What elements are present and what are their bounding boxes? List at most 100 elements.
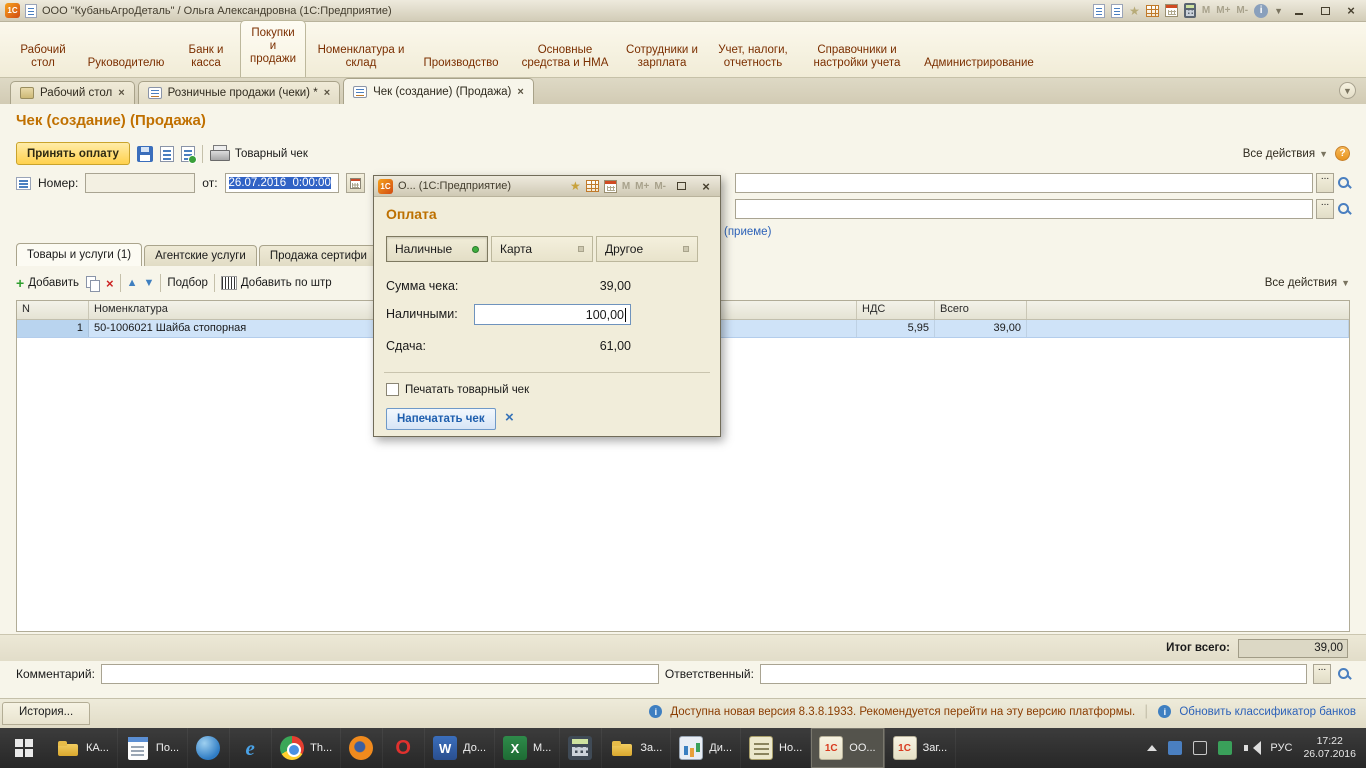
memory-mplus-button[interactable]: M+: [1216, 5, 1230, 16]
taskbar-item-word[interactable]: До...: [425, 728, 495, 768]
counterparty-input[interactable]: [735, 173, 1313, 193]
printer-icon[interactable]: [210, 149, 228, 162]
start-button[interactable]: [0, 728, 48, 768]
memory-mminus-button[interactable]: M-: [654, 181, 666, 192]
tab-close-icon[interactable]: ×: [324, 87, 330, 99]
calendar-icon[interactable]: [1165, 4, 1178, 17]
goods-receipt-button[interactable]: Товарный чек: [235, 148, 308, 160]
search-icon[interactable]: [1337, 202, 1352, 217]
settlements-link[interactable]: (приеме): [724, 226, 771, 238]
taskbar-item-browser[interactable]: [188, 728, 230, 768]
search-icon[interactable]: [1337, 667, 1352, 682]
calculator-icon[interactable]: [1184, 3, 1196, 18]
method-cash-button[interactable]: Наличные: [386, 236, 488, 262]
tab-goods-services[interactable]: Товары и услуги (1): [16, 243, 142, 266]
memory-m-button[interactable]: M: [622, 181, 630, 192]
choose-button[interactable]: ...: [1316, 199, 1334, 219]
cash-amount-input[interactable]: 100,00: [474, 304, 631, 325]
print-check-button[interactable]: Напечатать чек: [386, 408, 496, 430]
dialog-cancel-x-button[interactable]: ×: [505, 409, 514, 426]
minimize-button[interactable]: [1289, 3, 1309, 19]
ribbon-item-accounting-taxes[interactable]: Учет, налоги, отчетность: [710, 44, 796, 70]
tabs-overflow-button[interactable]: ▼: [1339, 82, 1356, 99]
delete-row-icon[interactable]: ×: [106, 277, 114, 290]
method-card-button[interactable]: Карта: [491, 236, 593, 262]
ribbon-item-production[interactable]: Производство: [416, 57, 506, 70]
close-button[interactable]: ×: [1341, 3, 1361, 19]
ribbon-item-employees-salary[interactable]: Сотрудники и зарплата: [624, 44, 700, 70]
ribbon-item-purchases-sales[interactable]: Покупки и продажи: [240, 20, 306, 77]
memory-mminus-button[interactable]: M-: [1236, 5, 1248, 16]
post-document-icon[interactable]: [160, 146, 174, 162]
save-icon[interactable]: [137, 146, 153, 162]
update-banks-link[interactable]: Обновить классификатор банков: [1179, 706, 1356, 718]
calendar-icon[interactable]: [604, 180, 617, 193]
column-header-num[interactable]: N: [17, 301, 89, 319]
ribbon-item-manager[interactable]: Руководителю: [80, 57, 172, 70]
tray-app2-icon[interactable]: [1218, 741, 1232, 755]
post-and-close-icon[interactable]: [181, 146, 195, 162]
ribbon-item-nomenclature-warehouse[interactable]: Номенклатура и склад: [316, 44, 406, 70]
date-input[interactable]: 26.07.2016 0:00:00: [225, 173, 339, 193]
taskbar-item-folder2[interactable]: За...: [602, 728, 671, 768]
taskbar-item-excel[interactable]: М...: [495, 728, 560, 768]
ribbon-item-fixed-assets[interactable]: Основные средства и НМА: [516, 44, 614, 70]
table-icon[interactable]: [1146, 5, 1159, 17]
tab-retail-sales[interactable]: Розничные продажи (чеки) * ×: [138, 81, 340, 104]
taskbar-clock[interactable]: 17:22 26.07.2016: [1303, 735, 1356, 761]
tab-close-icon[interactable]: ×: [517, 86, 523, 98]
comment-input[interactable]: [101, 664, 659, 684]
memory-m-button[interactable]: M: [1202, 5, 1210, 16]
taskbar-item-folder[interactable]: КА...: [48, 728, 118, 768]
taskbar-item-chrome[interactable]: Th...: [272, 728, 341, 768]
ribbon-item-bank-cash[interactable]: Банк и касса: [182, 44, 230, 70]
service-doc2-icon[interactable]: [1111, 4, 1123, 18]
taskbar-item-opera[interactable]: [383, 728, 425, 768]
tab-agent-services[interactable]: Агентские услуги: [144, 245, 257, 266]
dialog-close-button[interactable]: ×: [696, 178, 716, 194]
chevron-down-icon[interactable]: ▼: [1274, 6, 1283, 16]
taskbar-item-notes[interactable]: Но...: [741, 728, 811, 768]
all-actions-button[interactable]: Все действия▼: [1243, 148, 1328, 160]
dialog-maximize-button[interactable]: [671, 178, 691, 194]
table-icon[interactable]: [586, 180, 599, 192]
taskbar-item-calculator[interactable]: [560, 728, 602, 768]
choose-button[interactable]: ...: [1313, 664, 1331, 684]
memory-mplus-button[interactable]: M+: [635, 181, 649, 192]
calendar-picker-button[interactable]: [346, 173, 365, 193]
add-row-button[interactable]: +Добавить: [16, 276, 79, 290]
taskbar-item-1c-active[interactable]: ОО...: [811, 728, 884, 768]
ribbon-item-desktop[interactable]: Рабочий стол: [16, 44, 70, 70]
warehouse-input[interactable]: [735, 199, 1313, 219]
info-button[interactable]: i: [1254, 4, 1268, 18]
pick-button[interactable]: Подбор: [167, 277, 208, 289]
tab-close-icon[interactable]: ×: [118, 87, 124, 99]
grid-all-actions-button[interactable]: Все действия▼: [1265, 277, 1350, 289]
column-header-total[interactable]: Всего: [935, 301, 1027, 319]
responsible-input[interactable]: [760, 664, 1307, 684]
taskbar-item-firefox[interactable]: [341, 728, 383, 768]
tab-check-creation[interactable]: Чек (создание) (Продажа) ×: [343, 78, 534, 104]
column-header-vat[interactable]: НДС: [857, 301, 935, 319]
add-by-barcode-button[interactable]: Добавить по штр: [221, 276, 332, 290]
service-doc-icon[interactable]: [1093, 4, 1105, 18]
language-indicator[interactable]: РУС: [1270, 742, 1292, 754]
maximize-button[interactable]: [1315, 3, 1335, 19]
search-icon[interactable]: [1337, 176, 1352, 191]
history-button[interactable]: История...: [2, 702, 90, 725]
method-other-button[interactable]: Другое: [596, 236, 698, 262]
move-down-icon[interactable]: ▼: [144, 278, 155, 289]
accept-payment-button[interactable]: Принять оплату: [16, 142, 130, 165]
copy-row-icon[interactable]: [85, 276, 100, 291]
favorites-star-icon[interactable]: ★: [1129, 5, 1140, 17]
hidden-icons-chevron[interactable]: [1147, 745, 1157, 751]
volume-icon[interactable]: [1243, 741, 1259, 755]
tray-network-icon[interactable]: [1193, 741, 1207, 755]
help-button[interactable]: ?: [1335, 146, 1350, 161]
move-up-icon[interactable]: ▲: [127, 278, 138, 289]
favorites-star-icon[interactable]: ★: [570, 180, 581, 192]
tray-app-icon[interactable]: [1168, 741, 1182, 755]
tab-desktop[interactable]: Рабочий стол ×: [10, 81, 135, 104]
ribbon-item-administration[interactable]: Администрирование: [918, 57, 1040, 70]
form-menu-icon[interactable]: [16, 177, 31, 190]
